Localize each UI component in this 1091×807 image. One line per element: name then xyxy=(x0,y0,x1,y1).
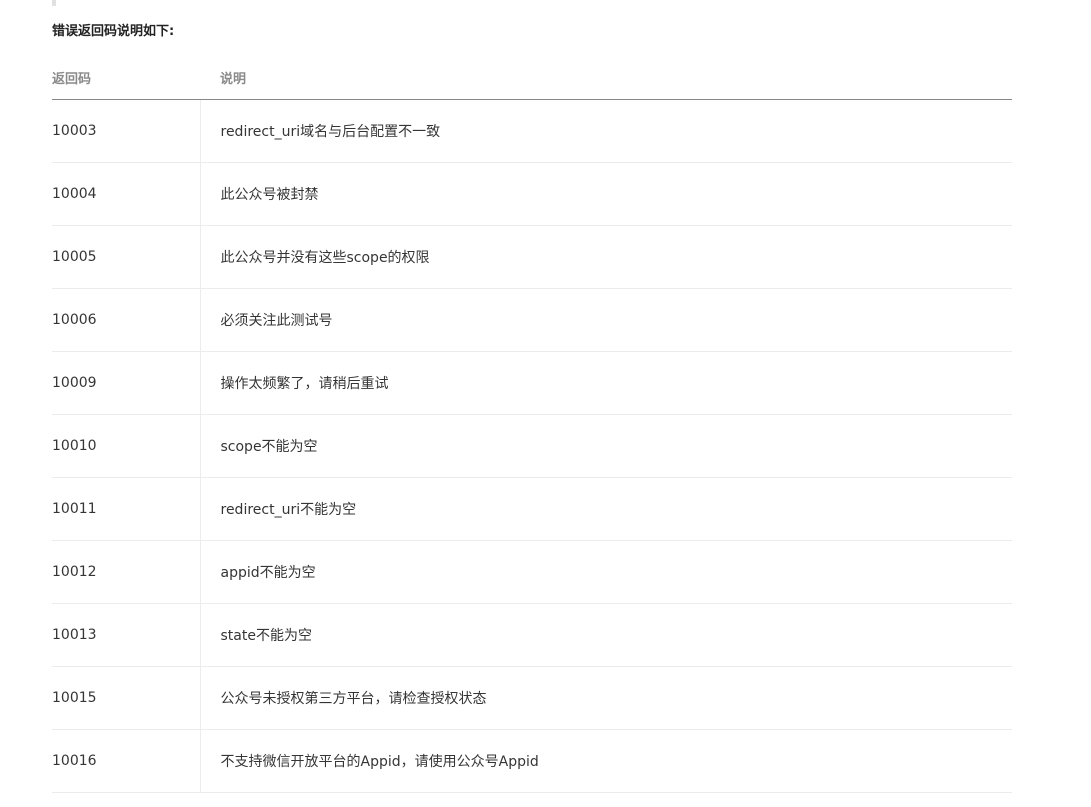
error-description-cell: 公众号未授权第三方平台，请检查授权状态 xyxy=(200,666,1012,730)
error-description-cell: state不能为空 xyxy=(200,603,1012,667)
header-row: 返回码 说明 xyxy=(52,56,1012,100)
error-code-cell: 10010 xyxy=(52,414,201,478)
table-row: 10009 操作太频繁了，请稍后重试 xyxy=(52,351,1012,415)
error-code-cell: 10012 xyxy=(52,540,201,604)
error-description-cell: 必须关注此测试号 xyxy=(200,288,1012,352)
table-row: 10010 scope不能为空 xyxy=(52,414,1012,478)
error-code-cell: 10004 xyxy=(52,162,201,226)
error-code-cell: 10015 xyxy=(52,666,201,730)
error-code-cell: 10006 xyxy=(52,288,201,352)
column-header-code: 返回码 xyxy=(52,56,200,100)
error-code-cell: 10005 xyxy=(52,225,201,289)
table-row: 10016 不支持微信开放平台的Appid，请使用公众号Appid xyxy=(52,729,1012,793)
error-code-cell: 10013 xyxy=(52,603,201,667)
table-row: 10012 appid不能为空 xyxy=(52,540,1012,604)
error-description-cell: 操作太频繁了，请稍后重试 xyxy=(200,351,1012,415)
error-description-cell: 此公众号被封禁 xyxy=(200,162,1012,226)
table-row: 10005 此公众号并没有这些scope的权限 xyxy=(52,225,1012,289)
error-description-cell: redirect_uri域名与后台配置不一致 xyxy=(200,99,1012,163)
error-code-cell: 10016 xyxy=(52,729,201,793)
error-description-cell: redirect_uri不能为空 xyxy=(200,477,1012,541)
table-row: 10015 公众号未授权第三方平台，请检查授权状态 xyxy=(52,666,1012,730)
error-code-cell: 10011 xyxy=(52,477,201,541)
blockquote-bar xyxy=(52,0,56,6)
error-code-table: 返回码 说明 10003 redirect_uri域名与后台配置不一致 1000… xyxy=(52,56,1012,793)
table-row: 10006 必须关注此测试号 xyxy=(52,288,1012,352)
error-description-cell: scope不能为空 xyxy=(200,414,1012,478)
column-header-description: 说明 xyxy=(200,56,1012,100)
previous-paragraph-fragment xyxy=(0,0,1091,6)
table-row: 10003 redirect_uri域名与后台配置不一致 xyxy=(52,99,1012,163)
table-row: 10013 state不能为空 xyxy=(52,603,1012,667)
error-description-cell: appid不能为空 xyxy=(200,540,1012,604)
error-code-cell: 10003 xyxy=(52,99,201,163)
error-code-cell: 10009 xyxy=(52,351,201,415)
error-description-cell: 不支持微信开放平台的Appid，请使用公众号Appid xyxy=(200,729,1012,793)
error-description-cell: 此公众号并没有这些scope的权限 xyxy=(200,225,1012,289)
table-body: 10003 redirect_uri域名与后台配置不一致 10004 此公众号被… xyxy=(52,99,1012,793)
table-row: 10011 redirect_uri不能为空 xyxy=(52,477,1012,541)
table-row: 10004 此公众号被封禁 xyxy=(52,162,1012,226)
error-codes-heading: 错误返回码说明如下: xyxy=(52,24,175,39)
table-header: 返回码 说明 xyxy=(52,56,1012,100)
